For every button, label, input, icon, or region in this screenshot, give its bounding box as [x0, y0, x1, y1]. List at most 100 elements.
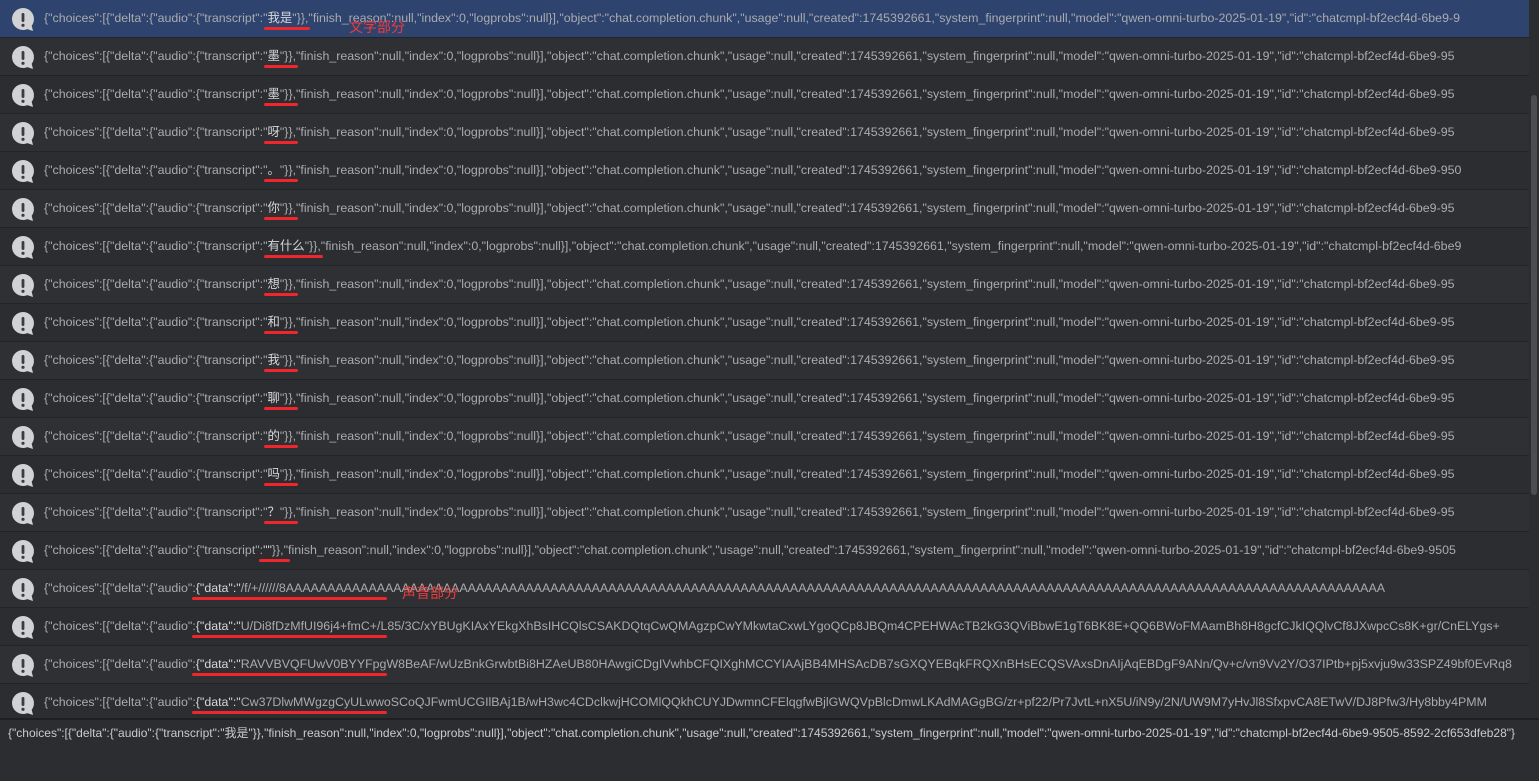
message-suffix: "}},"finish_reason":null,"index":0,"logp…: [279, 429, 1455, 443]
underline-mark: [263, 369, 298, 372]
message-bubble-icon: [9, 271, 37, 299]
message-text: {"choices":[{"delta":{"audio":{"transcri…: [44, 466, 1529, 482]
message-text: {"choices":[{"delta":{"audio":{"transcri…: [44, 390, 1529, 406]
message-text: {"choices":[{"delta":{"audio":{"transcri…: [44, 238, 1529, 254]
message-bubble-icon: [9, 461, 37, 489]
message-highlight: 我是: [267, 11, 293, 25]
message-bubble-icon: [9, 537, 37, 565]
message-row[interactable]: {"choices":[{"delta":{"audio":{"transcri…: [0, 228, 1529, 266]
message-text: {"choices":[{"delta":{"audio":{"transcri…: [44, 162, 1529, 178]
message-row[interactable]: {"choices":[{"delta":{"audio":{"transcri…: [0, 304, 1529, 342]
message-prefix: {"choices":[{"delta":{"audio":{"transcri…: [44, 11, 268, 25]
message-highlight: 吗: [267, 467, 280, 481]
message-row[interactable]: {"choices":[{"delta":{"audio":{"data":"C…: [0, 684, 1529, 718]
message-bubble-icon: [9, 613, 37, 641]
message-text: {"choices":[{"delta":{"audio":{"data":"/…: [44, 580, 1529, 596]
message-text: {"choices":[{"delta":{"audio":{"transcri…: [44, 10, 1529, 26]
annotation-audio-part: 声音部分: [402, 586, 458, 602]
underline-mark: [263, 483, 298, 486]
message-prefix: {"choices":[{"delta":{"audio":: [44, 657, 196, 671]
message-suffix: "}},"finish_reason":null,"index":0,"logp…: [279, 391, 1455, 405]
underline-mark: [191, 635, 387, 638]
vertical-scrollbar[interactable]: [1529, 0, 1539, 718]
message-row[interactable]: {"choices":[{"delta":{"audio":{"data":"R…: [0, 646, 1529, 684]
message-suffix: "}},"finish_reason":null,"index":0,"logp…: [279, 315, 1455, 329]
message-row[interactable]: {"choices":[{"delta":{"audio":{"transcri…: [0, 494, 1529, 532]
message-text: {"choices":[{"delta":{"audio":{"transcri…: [44, 542, 1529, 558]
message-highlight: 和: [267, 315, 280, 329]
underline-mark: [191, 673, 387, 676]
message-text: {"choices":[{"delta":{"audio":{"transcri…: [44, 504, 1529, 520]
message-bubble-icon: [9, 157, 37, 185]
message-highlight: 墨: [267, 49, 280, 63]
message-prefix: {"choices":[{"delta":{"audio":{"transcri…: [44, 315, 268, 329]
message-suffix: "}},"finish_reason":null,"index":0,"logp…: [279, 125, 1455, 139]
message-highlight: 你: [267, 201, 280, 215]
message-bubble-icon: [9, 499, 37, 527]
message-suffix: "}},"finish_reason":null,"index":0,"logp…: [279, 467, 1455, 481]
message-suffix: Cw37DlwMWgzgCyULwwoSCoQJFwmUCGIlBAj1B/wH…: [240, 695, 1487, 709]
message-prefix: {"choices":[{"delta":{"audio":{"transcri…: [44, 429, 268, 443]
underline-mark: [263, 65, 298, 68]
message-bubble-icon: [9, 233, 37, 261]
message-text: {"choices":[{"delta":{"audio":{"transcri…: [44, 352, 1529, 368]
message-text: {"choices":[{"delta":{"audio":{"data":"R…: [44, 656, 1529, 672]
message-row[interactable]: {"choices":[{"delta":{"audio":{"data":"/…: [0, 570, 1529, 608]
message-row[interactable]: {"choices":[{"delta":{"audio":{"transcri…: [0, 0, 1529, 38]
message-highlight: 想: [267, 277, 280, 291]
message-row[interactable]: {"choices":[{"delta":{"audio":{"transcri…: [0, 152, 1529, 190]
message-highlight: 。: [267, 163, 280, 177]
message-prefix: {"choices":[{"delta":{"audio":{"transcri…: [44, 353, 268, 367]
message-suffix: "}},"finish_reason":null,"index":0,"logp…: [292, 11, 1460, 25]
message-row[interactable]: {"choices":[{"delta":{"audio":{"transcri…: [0, 114, 1529, 152]
message-highlight: {"data":": [195, 657, 241, 671]
message-text: {"choices":[{"delta":{"audio":{"transcri…: [44, 86, 1529, 102]
message-row[interactable]: {"choices":[{"delta":{"audio":{"transcri…: [0, 76, 1529, 114]
message-bubble-icon: [9, 119, 37, 147]
message-highlight: "": [263, 543, 272, 557]
message-prefix: {"choices":[{"delta":{"audio":{"transcri…: [44, 543, 264, 557]
message-bubble-icon: [9, 5, 37, 33]
message-row[interactable]: {"choices":[{"delta":{"audio":{"transcri…: [0, 190, 1529, 228]
message-prefix: {"choices":[{"delta":{"audio":{"transcri…: [44, 277, 268, 291]
message-row[interactable]: {"choices":[{"delta":{"audio":{"transcri…: [0, 418, 1529, 456]
message-prefix: {"choices":[{"delta":{"audio":: [44, 695, 196, 709]
message-suffix: RAVVBVQFUwV0BYYFpgW8BeAF/wUzBnkGrwbtBi8H…: [240, 657, 1512, 671]
message-highlight: 墨: [267, 87, 280, 101]
message-suffix: "}},"finish_reason":null,"index":0,"logp…: [279, 163, 1462, 177]
message-suffix: }},"finish_reason":null,"index":0,"logpr…: [271, 543, 1456, 557]
underline-mark: [263, 255, 323, 258]
underline-mark: [263, 141, 298, 144]
message-prefix: {"choices":[{"delta":{"audio":{"transcri…: [44, 505, 268, 519]
message-row[interactable]: {"choices":[{"delta":{"audio":{"transcri…: [0, 266, 1529, 304]
underline-mark: [259, 559, 290, 562]
message-row[interactable]: {"choices":[{"delta":{"audio":{"data":"U…: [0, 608, 1529, 646]
message-highlight: {"data":": [195, 581, 241, 595]
message-highlight: 我: [267, 353, 280, 367]
message-text: {"choices":[{"delta":{"audio":{"data":"U…: [44, 618, 1529, 634]
message-prefix: {"choices":[{"delta":{"audio":{"transcri…: [44, 239, 268, 253]
message-highlight: {"data":": [195, 619, 241, 633]
message-highlight: {"data":": [195, 695, 241, 709]
message-highlight: 的: [267, 429, 280, 443]
message-prefix: {"choices":[{"delta":{"audio":{"transcri…: [44, 467, 268, 481]
message-prefix: {"choices":[{"delta":{"audio":{"transcri…: [44, 125, 268, 139]
annotation-text-part: 文字部分: [349, 20, 405, 36]
message-prefix: {"choices":[{"delta":{"audio":{"transcri…: [44, 163, 268, 177]
message-bubble-icon: [9, 43, 37, 71]
message-suffix: "}},"finish_reason":null,"index":0,"logp…: [279, 87, 1455, 101]
underline-mark: [263, 407, 298, 410]
message-prefix: {"choices":[{"delta":{"audio":: [44, 619, 196, 633]
message-list[interactable]: {"choices":[{"delta":{"audio":{"transcri…: [0, 0, 1529, 718]
underline-mark: [191, 711, 387, 714]
message-row[interactable]: {"choices":[{"delta":{"audio":{"transcri…: [0, 38, 1529, 76]
scrollbar-thumb[interactable]: [1531, 95, 1537, 495]
underline-mark: [263, 27, 311, 30]
message-row[interactable]: {"choices":[{"delta":{"audio":{"transcri…: [0, 342, 1529, 380]
underline-mark: [263, 331, 298, 334]
message-row[interactable]: {"choices":[{"delta":{"audio":{"transcri…: [0, 456, 1529, 494]
message-row[interactable]: {"choices":[{"delta":{"audio":{"transcri…: [0, 532, 1529, 570]
message-bubble-icon: [9, 423, 37, 451]
message-row[interactable]: {"choices":[{"delta":{"audio":{"transcri…: [0, 380, 1529, 418]
message-bubble-icon: [9, 651, 37, 679]
